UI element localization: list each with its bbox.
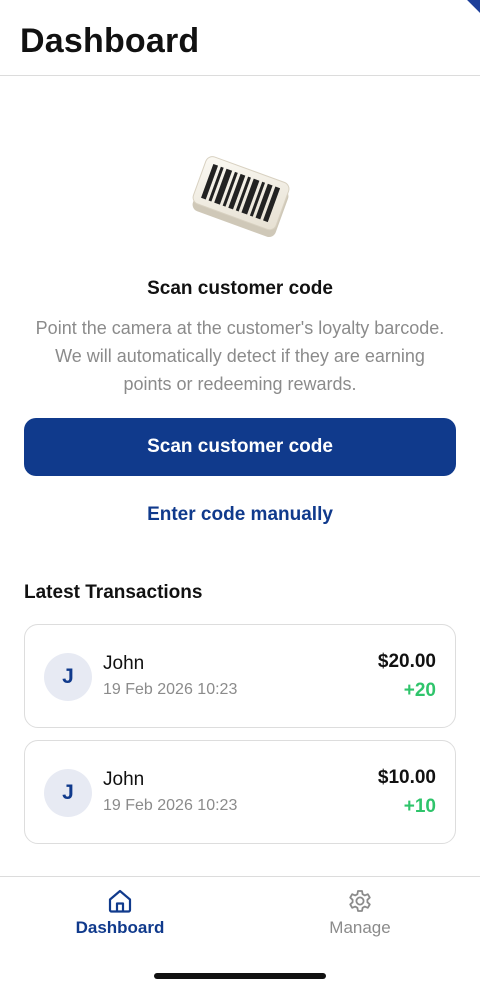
home-indicator bbox=[154, 973, 326, 979]
transaction-date: 19 Feb 2026 10:23 bbox=[103, 797, 238, 814]
enter-code-manually-link[interactable]: Enter code manually bbox=[0, 504, 480, 526]
tab-manage[interactable]: Manage bbox=[240, 877, 480, 953]
transaction-date: 19 Feb 2026 10:23 bbox=[103, 681, 238, 698]
tab-label: Manage bbox=[329, 918, 391, 937]
barcode-card-icon bbox=[182, 148, 298, 244]
latest-transactions-title: Latest Transactions bbox=[24, 582, 203, 603]
transaction-amount: $10.00 bbox=[377, 767, 436, 788]
transaction-card[interactable]: J John 19 Feb 2026 10:23 $20.00 +20 bbox=[24, 624, 456, 728]
customer-name: John bbox=[103, 769, 145, 790]
scan-description: Point the camera at the customer's loyal… bbox=[35, 318, 445, 394]
avatar: J bbox=[44, 653, 92, 701]
transaction-card[interactable]: J John 19 Feb 2026 10:23 $10.00 +10 bbox=[24, 740, 456, 844]
customer-name: John bbox=[103, 653, 145, 674]
app-header: Dashboard bbox=[0, 0, 480, 76]
gear-icon bbox=[346, 887, 374, 915]
home-icon bbox=[106, 887, 134, 915]
debug-ribbon bbox=[458, 0, 480, 21]
page-title: Dashboard bbox=[20, 22, 200, 60]
points-earned: +10 bbox=[403, 796, 436, 817]
avatar: J bbox=[44, 769, 92, 817]
points-earned: +20 bbox=[403, 680, 436, 701]
scan-heading: Scan customer code bbox=[147, 278, 333, 299]
tab-label: Dashboard bbox=[75, 918, 165, 937]
tab-dashboard[interactable]: Dashboard bbox=[0, 877, 240, 953]
scan-customer-code-button[interactable]: Scan customer code bbox=[24, 418, 456, 476]
transaction-amount: $20.00 bbox=[377, 651, 436, 672]
